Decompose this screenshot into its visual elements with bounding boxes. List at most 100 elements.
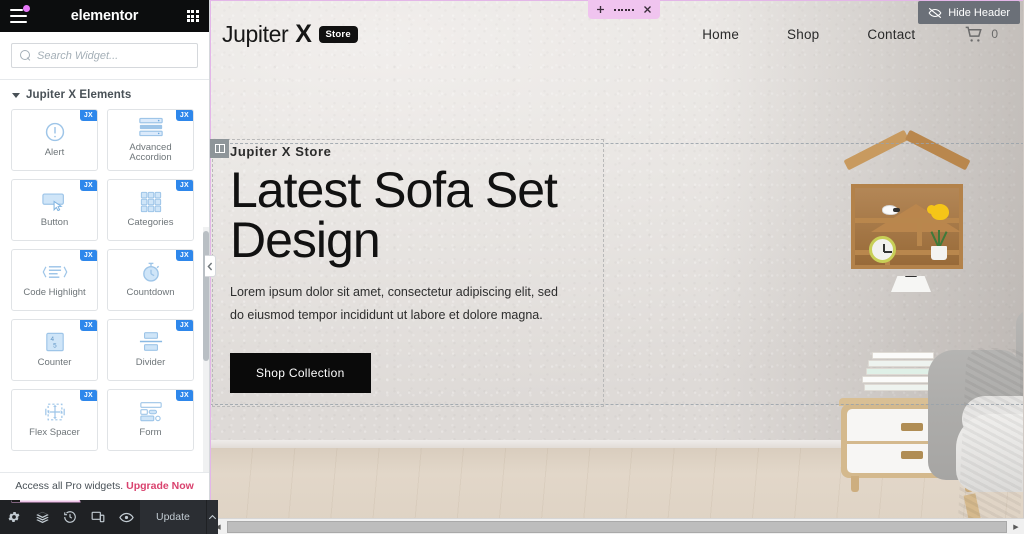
widget-label: Advanced Accordion (129, 141, 172, 163)
logo-store-badge: Store (318, 25, 358, 43)
elementor-editor-window: elementor Jupiter X Elements JX Alert JX Ad… (0, 0, 1024, 534)
hide-header-label: Hide Header (948, 6, 1010, 19)
upgrade-now-link[interactable]: Upgrade Now (126, 480, 194, 492)
widget-card-alert[interactable]: JX Alert (11, 109, 98, 171)
widget-label: Flex Spacer (29, 426, 80, 438)
shelf-clock (869, 236, 896, 263)
button-cursor-icon (41, 192, 68, 212)
widget-label: Code Highlight (23, 286, 86, 298)
jx-badge: JX (79, 250, 97, 261)
widget-label: Categories (127, 216, 174, 228)
nav-item-contact[interactable]: Contact (867, 27, 915, 42)
jx-badge: JX (79, 110, 97, 121)
widget-card-countdown[interactable]: JX Countdown (107, 249, 194, 311)
widget-label: Form (139, 426, 162, 438)
hero-content: Jupiter X Store Latest Sofa Set Design L… (216, 132, 606, 411)
shop-collection-button[interactable]: Shop Collection (230, 353, 371, 394)
svg-text:5: 5 (53, 342, 57, 349)
knit-throw-blanket (957, 346, 1024, 534)
cart-count: 0 (991, 27, 998, 41)
history-clock-icon[interactable] (56, 500, 84, 534)
logo-word-jupiter: Jupiter (222, 20, 289, 47)
accordion-icon (138, 117, 164, 137)
site-logo[interactable]: Jupiter X Store (222, 20, 358, 49)
elementor-logo-text: elementor (70, 8, 139, 24)
hero-subtitle: Lorem ipsum dolor sit amet, consectetur … (230, 285, 558, 323)
jx-badge: JX (79, 390, 97, 401)
pro-upgrade-bar: Access all Pro widgets. Upgrade Now (0, 472, 209, 500)
jx-badge: JX (175, 110, 193, 121)
elementor-widget-panel: elementor Jupiter X Elements JX Alert JX Ad… (0, 0, 218, 534)
widget-card-flex-spacer[interactable]: JX Flex Spacer (11, 389, 98, 451)
jx-badge: JX (175, 390, 193, 401)
search-icon (20, 50, 31, 61)
jx-badge: JX (175, 250, 193, 261)
logo-word-x: X (295, 19, 312, 48)
category-title: Jupiter X Elements (26, 89, 132, 101)
hide-header-button[interactable]: Hide Header (918, 1, 1020, 24)
gear-icon[interactable] (0, 500, 28, 534)
search-section (0, 32, 209, 80)
section-toolbar (588, 0, 660, 19)
nav-item-home[interactable]: Home (702, 27, 739, 42)
widget-card-form[interactable]: JX Form (107, 389, 194, 451)
search-widget-box[interactable] (11, 43, 198, 68)
site-nav: Home Shop Contact 0 (702, 25, 1004, 44)
caret-down-icon (12, 93, 20, 98)
search-input[interactable] (31, 49, 197, 62)
eye-icon[interactable] (112, 500, 140, 534)
widget-label: Countdown (126, 286, 175, 298)
code-lines-icon (42, 262, 68, 282)
eye-slash-icon (928, 7, 942, 18)
jx-badge: JX (79, 320, 97, 331)
divider-icon (138, 332, 164, 352)
widget-card-categories[interactable]: JX Categories (107, 179, 194, 241)
nav-item-shop[interactable]: Shop (787, 27, 819, 42)
panel-header: elementor (0, 0, 209, 32)
close-x-icon[interactable] (643, 5, 652, 14)
page-preview-canvas[interactable]: Jupiter X Store Home Shop Contact 0 Jupi… (210, 0, 1024, 534)
shelf-paper-boat (891, 276, 931, 292)
widget-label: Counter (37, 356, 72, 368)
widget-card-divider[interactable]: JX Divider (107, 319, 194, 381)
widget-list-scroll-area[interactable]: JX Alert JX Advanced Accordion JX Button JX Cat… (0, 109, 209, 472)
flex-spacer-arrows-icon (42, 402, 68, 422)
panel-footer-toolbar: Update (0, 500, 218, 534)
panel-scrollbar-thumb[interactable] (203, 231, 209, 361)
form-fields-icon (138, 402, 164, 422)
pro-text: Access all Pro widgets. (15, 480, 124, 492)
category-header-jupiter-x-elements[interactable]: Jupiter X Elements (0, 80, 209, 109)
drag-dots-icon[interactable] (614, 8, 634, 11)
chevron-up-icon[interactable] (205, 500, 218, 534)
widget-label: Divider (135, 356, 166, 368)
jx-badge: JX (79, 180, 97, 191)
page-title: Latest Sofa Set Design (230, 162, 558, 268)
plus-icon[interactable] (596, 5, 605, 14)
hamburger-icon[interactable] (10, 5, 30, 23)
alert-circle-icon (42, 122, 68, 142)
widget-grid: JX Alert JX Advanced Accordion JX Button JX Cat… (0, 109, 209, 455)
layers-icon[interactable] (28, 500, 56, 534)
scroll-right-arrow[interactable]: ▶ (1008, 518, 1024, 534)
update-button[interactable]: Update (140, 500, 206, 534)
stopwatch-icon (138, 262, 164, 282)
widget-card-advanced-accordion[interactable]: JX Advanced Accordion (107, 109, 194, 171)
widget-card-code-highlight[interactable]: JX Code Highlight (11, 249, 98, 311)
shelf-bird-figurine (882, 205, 900, 215)
column-layout-icon[interactable] (210, 139, 229, 158)
canvas-horizontal-scrollbar[interactable]: ◀ ▶ (210, 518, 1024, 534)
shopping-cart-icon (966, 26, 983, 42)
apps-grid-icon[interactable] (186, 9, 199, 23)
jx-badge: JX (175, 320, 193, 331)
shelf-plant-pot (931, 246, 947, 260)
widget-card-button[interactable]: JX Button (11, 179, 98, 241)
panel-collapse-button[interactable] (205, 255, 216, 277)
counter-digits-icon: 45 (42, 332, 68, 352)
shelf-plant-leaves (929, 228, 949, 249)
widget-label: Alert (44, 146, 65, 158)
responsive-device-icon[interactable] (84, 500, 112, 534)
jx-badge: JX (175, 180, 193, 191)
widget-card-counter[interactable]: JX 4 5 Counter (11, 319, 98, 381)
scrollbar-thumb[interactable] (227, 520, 1007, 533)
cart-button[interactable]: 0 (963, 25, 998, 44)
